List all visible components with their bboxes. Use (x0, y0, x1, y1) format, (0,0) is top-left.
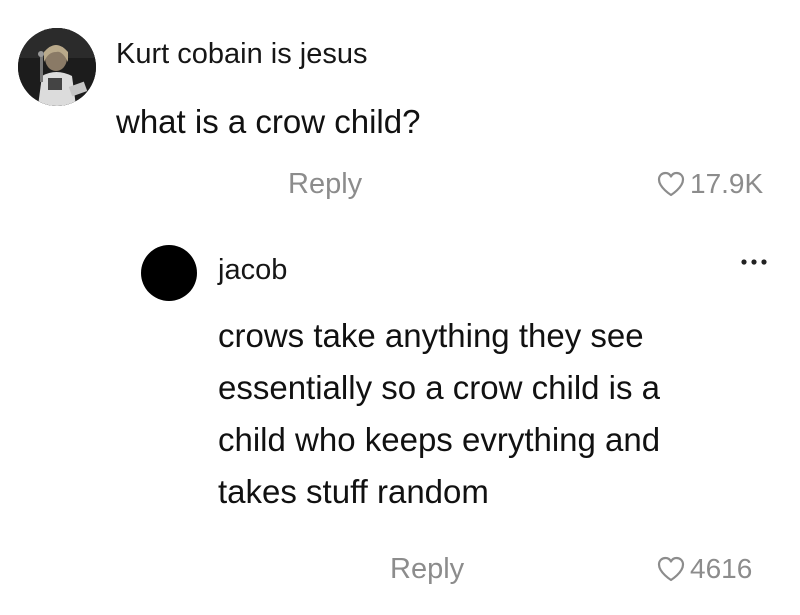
comment-text-line: child who keeps evrything and (218, 421, 661, 458)
reply-button[interactable]: Reply (390, 553, 464, 586)
reply-button[interactable]: Reply (288, 168, 362, 201)
comment-text-line: takes stuff random (218, 473, 489, 510)
comment-username[interactable]: jacob (218, 254, 287, 287)
like-count: 17.9K (690, 168, 764, 199)
user-photo-avatar-icon (18, 28, 96, 106)
comment-text-line: essentially so a crow child is a (218, 369, 661, 406)
comment-text: crows take anything they see essentially… (218, 310, 758, 518)
like-button[interactable]: 17.9K (656, 168, 763, 200)
like-button[interactable]: 4616 (656, 553, 752, 585)
comment-username[interactable]: Kurt cobain is jesus (116, 38, 367, 71)
comment-text-line: crows take anything they see (218, 317, 644, 354)
heart-icon (657, 171, 685, 197)
heart-icon (657, 556, 685, 582)
avatar[interactable] (141, 245, 197, 301)
like-count: 4616 (690, 553, 753, 584)
avatar[interactable] (18, 28, 96, 106)
more-options-icon[interactable] (738, 252, 770, 272)
comment-text: what is a crow child? (116, 103, 421, 140)
